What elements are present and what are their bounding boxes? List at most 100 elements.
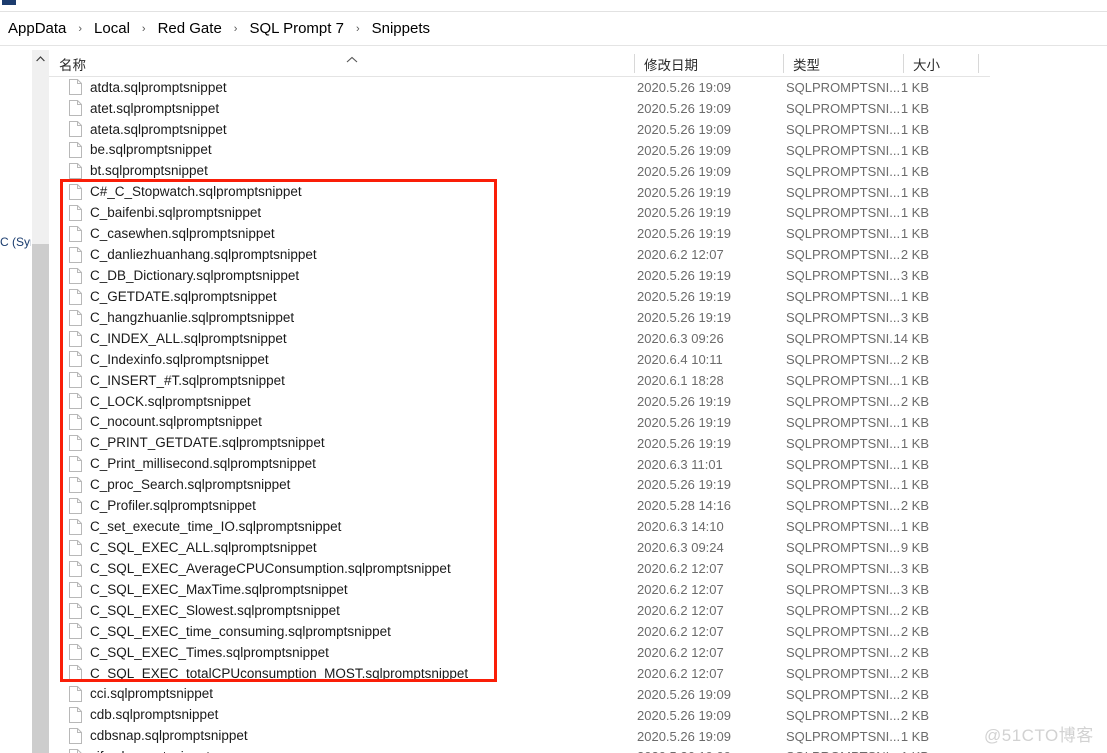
table-row[interactable]: ateta.sqlpromptsnippet 2020.5.26 19:09 SQL… — [49, 119, 1107, 140]
table-row[interactable]: C_Indexinfo.sqlpromptsnippet 2020.6.4 10:… — [49, 349, 1107, 370]
file-icon — [69, 100, 82, 117]
file-name-label: atet.sqlpromptsnippet — [90, 100, 220, 116]
file-size-cell: 1 KB — [900, 205, 929, 221]
column-header-size[interactable]: 大小 — [903, 50, 978, 77]
file-name-cell[interactable]: C_SQL_EXEC_totalCPUconsumption_MOST.sqlp… — [69, 665, 468, 682]
file-size-cell: 14 KB — [893, 331, 929, 347]
navigation-pane[interactable]: C (Sym — [0, 46, 40, 753]
file-name-cell[interactable]: C_Print_millisecond.sqlpromptsnippet — [69, 456, 316, 473]
file-name-cell[interactable]: C_SQL_EXEC_ALL.sqlpromptsnippet — [69, 539, 317, 556]
file-icon — [69, 121, 82, 138]
file-name-cell[interactable]: C_casewhen.sqlpromptsnippet — [69, 225, 275, 242]
file-name-cell[interactable]: C_INSERT_#T.sqlpromptsnippet — [69, 372, 285, 389]
table-row[interactable]: cif.sqlpromptsnippet2020.5.26 19:09SQLPR… — [49, 747, 1107, 753]
file-name-cell[interactable]: C_INDEX_ALL.sqlpromptsnippet — [69, 330, 287, 347]
file-icon — [69, 142, 82, 159]
breadcrumb-item[interactable]: AppData — [6, 19, 68, 38]
file-name-cell[interactable]: cif.sqlpromptsnippet — [69, 748, 210, 753]
file-name-cell[interactable]: C_GETDATE.sqlpromptsnippet — [69, 288, 277, 305]
table-row[interactable]: cci.sqlpromptsnippet 2020.5.26 19:09 SQLPR… — [49, 684, 1107, 705]
file-name-cell[interactable]: C_set_execute_time_IO.sqlpromptsnippet — [69, 518, 341, 535]
file-name-cell[interactable]: C#_C_Stopwatch.sqlpromptsnippet — [69, 184, 302, 201]
file-name-cell[interactable]: C_DB_Dictionary.sqlpromptsnippet — [69, 267, 299, 284]
file-name-cell[interactable]: C_SQL_EXEC_Times.sqlpromptsnippet — [69, 644, 329, 661]
file-date-cell: 2020.5.26 19:09 — [637, 707, 731, 723]
file-name-cell[interactable]: cdbsnap.sqlpromptsnippet — [69, 728, 248, 745]
table-row[interactable]: C_proc_Search.sqlpromptsnippet 2020.5.26 … — [49, 475, 1107, 496]
file-name-label: cdb.sqlpromptsnippet — [90, 707, 219, 723]
table-row[interactable]: C_Print_millisecond.sqlpromptsnippet 2020… — [49, 454, 1107, 475]
table-row[interactable]: C_SQL_EXEC_MaxTime.sqlpromptsnippet 2020.… — [49, 579, 1107, 600]
table-row[interactable]: C_Profiler.sqlpromptsnippet 2020.5.28 14:… — [49, 495, 1107, 516]
file-list[interactable]: atdta.sqlpromptsnippet 2020.5.26 19:09 SQL… — [49, 77, 1107, 753]
scrollbar-thumb[interactable] — [32, 67, 49, 244]
table-row[interactable]: cdbsnap.sqlpromptsnippet 2020.5.26 19:09 S… — [49, 726, 1107, 747]
file-name-label: C_Profiler.sqlpromptsnippet — [90, 498, 256, 514]
table-row[interactable]: be.sqlpromptsnippet 2020.5.26 19:09 SQLPRO… — [49, 140, 1107, 161]
file-name-cell[interactable]: C_SQL_EXEC_MaxTime.sqlpromptsnippet — [69, 581, 348, 598]
table-row[interactable]: C_PRINT_GETDATE.sqlpromptsnippet 2020.5.2… — [49, 433, 1107, 454]
column-header-date-modified[interactable]: 修改日期 — [634, 50, 783, 77]
table-row[interactable]: C_LOCK.sqlpromptsnippet 2020.5.26 19:19 SQ… — [49, 391, 1107, 412]
file-icon — [69, 204, 82, 221]
table-row[interactable]: C_INDEX_ALL.sqlpromptsnippet 2020.6.3 09:… — [49, 328, 1107, 349]
file-name-cell[interactable]: C_PRINT_GETDATE.sqlpromptsnippet — [69, 435, 325, 452]
table-row[interactable]: C_SQL_EXEC_ALL.sqlpromptsnippet 2020.6.3 … — [49, 537, 1107, 558]
table-row[interactable]: C_baifenbi.sqlpromptsnippet 2020.5.26 19:… — [49, 203, 1107, 224]
file-name-label: cdbsnap.sqlpromptsnippet — [90, 728, 248, 744]
file-name-label: C_PRINT_GETDATE.sqlpromptsnippet — [90, 435, 325, 451]
file-name-cell[interactable]: C_hangzhuanlie.sqlpromptsnippet — [69, 309, 294, 326]
file-date-cell: 2020.6.2 12:07 — [637, 582, 724, 598]
table-row[interactable]: cdb.sqlpromptsnippet 2020.5.26 19:09 SQLPR… — [49, 705, 1107, 726]
breadcrumb[interactable]: AppData › Local › Red Gate › SQL Prompt 7 › Snip… — [0, 12, 1107, 45]
breadcrumb-item[interactable]: Local — [92, 19, 132, 38]
table-row[interactable]: C_SQL_EXEC_AverageCPUConsumption.sqlprom… — [49, 558, 1107, 579]
file-name-cell[interactable]: C_LOCK.sqlpromptsnippet — [69, 393, 251, 410]
table-row[interactable]: C_hangzhuanlie.sqlpromptsnippet 2020.5.26… — [49, 307, 1107, 328]
file-date-cell: 2020.6.2 12:07 — [637, 644, 724, 660]
file-name-label: C_SQL_EXEC_MaxTime.sqlpromptsnippet — [90, 581, 348, 597]
table-row[interactable]: C#_C_Stopwatch.sqlpromptsnippet 2020.5.26… — [49, 182, 1107, 203]
file-name-cell[interactable]: C_nocount.sqlpromptsnippet — [69, 414, 262, 431]
file-name-cell[interactable]: C_proc_Search.sqlpromptsnippet — [69, 476, 291, 493]
file-name-cell[interactable]: bt.sqlpromptsnippet — [69, 163, 208, 180]
table-row[interactable]: C_nocount.sqlpromptsnippet 2020.5.26 19:1… — [49, 412, 1107, 433]
breadcrumb-separator-icon: › — [141, 23, 146, 35]
file-name-cell[interactable]: cci.sqlpromptsnippet — [69, 686, 213, 703]
file-name-cell[interactable]: C_Indexinfo.sqlpromptsnippet — [69, 351, 269, 368]
file-name-cell[interactable]: atdta.sqlpromptsnippet — [69, 79, 227, 96]
table-row[interactable]: bt.sqlpromptsnippet 2020.5.26 19:09 SQLPRO… — [49, 161, 1107, 182]
file-name-cell[interactable]: cdb.sqlpromptsnippet — [69, 707, 219, 724]
file-name-cell[interactable]: atet.sqlpromptsnippet — [69, 100, 220, 117]
file-name-cell[interactable]: ateta.sqlpromptsnippet — [69, 121, 227, 138]
file-name-cell[interactable]: C_SQL_EXEC_time_consuming.sqlpromptsnipp… — [69, 623, 391, 640]
file-name-cell[interactable]: be.sqlpromptsnippet — [69, 142, 212, 159]
file-name-cell[interactable]: C_danliezhuanhang.sqlpromptsnippet — [69, 246, 317, 263]
table-row[interactable]: atet.sqlpromptsnippet 2020.5.26 19:09 SQLP… — [49, 98, 1107, 119]
table-row[interactable]: C_SQL_EXEC_time_consuming.sqlpromptsnipp… — [49, 621, 1107, 642]
breadcrumb-item[interactable]: Snippets — [370, 19, 432, 38]
table-row[interactable]: C_danliezhuanhang.sqlpromptsnippet 2020.6… — [49, 244, 1107, 265]
vertical-scrollbar[interactable] — [32, 50, 49, 753]
table-row[interactable]: C_SQL_EXEC_totalCPUconsumption_MOST.sqlp… — [49, 663, 1107, 684]
file-name-label: C_proc_Search.sqlpromptsnippet — [90, 477, 291, 493]
file-name-cell[interactable]: C_SQL_EXEC_AverageCPUConsumption.sqlprom… — [69, 560, 451, 577]
table-row[interactable]: C_SQL_EXEC_Times.sqlpromptsnippet 2020.6.… — [49, 642, 1107, 663]
breadcrumb-item[interactable]: Red Gate — [156, 19, 224, 38]
table-row[interactable]: C_casewhen.sqlpromptsnippet 2020.5.26 19:… — [49, 223, 1107, 244]
file-name-cell[interactable]: C_Profiler.sqlpromptsnippet — [69, 497, 256, 514]
file-name-cell[interactable]: C_SQL_EXEC_Slowest.sqlpromptsnippet — [69, 602, 340, 619]
table-row[interactable]: C_SQL_EXEC_Slowest.sqlpromptsnippet 2020.… — [49, 600, 1107, 621]
table-row[interactable]: C_DB_Dictionary.sqlpromptsnippet 2020.5.2… — [49, 265, 1107, 286]
breadcrumb-item[interactable]: SQL Prompt 7 — [247, 19, 345, 38]
column-header-name[interactable]: 名称 — [49, 50, 634, 77]
scroll-up-arrow-icon[interactable] — [32, 50, 49, 67]
table-row[interactable]: C_set_execute_time_IO.sqlpromptsnippet 20… — [49, 516, 1107, 537]
table-row[interactable]: C_INSERT_#T.sqlpromptsnippet 2020.6.1 18:… — [49, 370, 1107, 391]
table-row[interactable]: C_GETDATE.sqlpromptsnippet 2020.5.26 19:1… — [49, 286, 1107, 307]
file-name-cell[interactable]: C_baifenbi.sqlpromptsnippet — [69, 204, 261, 221]
table-row[interactable]: atdta.sqlpromptsnippet 2020.5.26 19:09 SQL… — [49, 77, 1107, 98]
column-header-type[interactable]: 类型 — [783, 50, 903, 77]
column-divider-4[interactable] — [978, 54, 979, 73]
scrollbar-track[interactable] — [32, 244, 49, 753]
